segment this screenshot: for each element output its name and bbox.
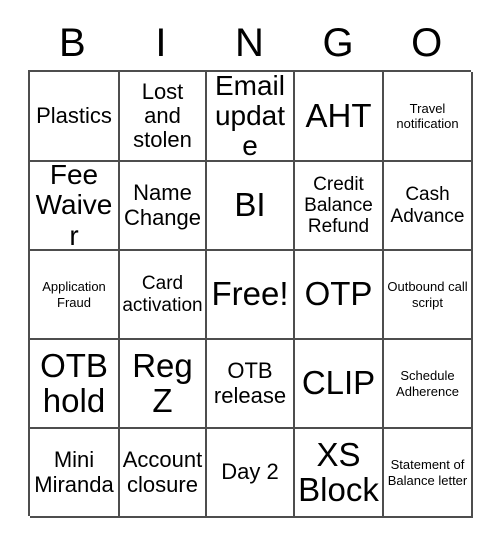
- bingo-cell[interactable]: Cash Advance: [384, 162, 473, 251]
- bingo-cell[interactable]: Account closure: [120, 429, 207, 518]
- bingo-cell[interactable]: Outbound call script: [384, 251, 473, 340]
- bingo-grid: Plastics Lost and stolen Email update AHT Tr…: [28, 70, 473, 518]
- bingo-cell[interactable]: OTB release: [207, 340, 295, 429]
- bingo-cell-label: Application Fraud: [42, 279, 106, 310]
- bingo-cell[interactable]: Email update: [207, 72, 295, 162]
- bingo-cell-label: CLIP: [301, 364, 376, 402]
- bingo-cell-label: Cash Advance: [390, 184, 465, 227]
- bingo-cell-label: Name Change: [123, 180, 202, 230]
- bingo-cell-label: Lost and stolen: [133, 78, 192, 153]
- bingo-cell-label: Free!: [211, 275, 289, 313]
- bingo-cell-label: Credit Balance Refund: [304, 173, 373, 238]
- bingo-header-letter-b: B: [58, 21, 86, 65]
- bingo-header-letter-n: N: [235, 21, 264, 65]
- bingo-cell-label: OTP: [304, 275, 373, 313]
- bingo-cell[interactable]: Lost and stolen: [120, 72, 207, 162]
- bingo-cell[interactable]: BI: [207, 162, 295, 251]
- bingo-cell[interactable]: Travel notification: [384, 72, 473, 162]
- bingo-header-letter-i: I: [155, 21, 167, 65]
- bingo-cell[interactable]: Application Fraud: [30, 251, 120, 340]
- bingo-header-letter-g: G: [322, 21, 354, 65]
- bingo-cell[interactable]: Statement of Balance letter: [384, 429, 473, 518]
- bingo-cell[interactable]: Plastics: [30, 72, 120, 162]
- bingo-card: B I N G O Plastics Lost and stolen Email u…: [0, 0, 500, 544]
- bingo-cell-label: BI: [234, 186, 266, 224]
- bingo-cell-label: Day 2: [221, 459, 279, 485]
- bingo-cell[interactable]: Mini Miranda: [30, 429, 120, 518]
- bingo-cell-label: XS Block: [298, 435, 379, 508]
- bingo-cell-label: Statement of Balance letter: [387, 457, 468, 488]
- bingo-cell-label: Travel notification: [396, 100, 459, 131]
- bingo-cell[interactable]: OTP: [295, 251, 384, 340]
- bingo-cell-label: Outbound call script: [387, 279, 468, 310]
- bingo-cell-label: Fee Waiver: [35, 162, 113, 251]
- bingo-cell-label: OTB release: [213, 358, 287, 408]
- bingo-cell[interactable]: Reg Z: [120, 340, 207, 429]
- bingo-header-row: B I N G O: [28, 16, 471, 70]
- bingo-cell-label: Email update: [214, 72, 286, 162]
- bingo-cell[interactable]: Day 2: [207, 429, 295, 518]
- bingo-cell-label: Reg Z: [132, 346, 193, 419]
- bingo-cell[interactable]: OTB hold: [30, 340, 120, 429]
- bingo-cell-label: Schedule Adherence: [396, 368, 459, 399]
- bingo-cell[interactable]: AHT: [295, 72, 384, 162]
- bingo-cell[interactable]: Card activation: [120, 251, 207, 340]
- bingo-cell-label: OTB hold: [40, 346, 108, 419]
- bingo-cell-label: AHT: [305, 96, 372, 134]
- bingo-cell[interactable]: CLIP: [295, 340, 384, 429]
- bingo-cell-label: Plastics: [36, 102, 112, 128]
- bingo-cell[interactable]: Name Change: [120, 162, 207, 251]
- bingo-cell-label: Card activation: [122, 273, 203, 316]
- bingo-cell-label: Account closure: [122, 447, 203, 497]
- bingo-header-letter-o: O: [411, 21, 443, 65]
- bingo-cell[interactable]: Free!: [207, 251, 295, 340]
- bingo-cell[interactable]: Credit Balance Refund: [295, 162, 384, 251]
- bingo-cell[interactable]: Fee Waiver: [30, 162, 120, 251]
- bingo-cell-label: Mini Miranda: [34, 447, 114, 497]
- bingo-cell[interactable]: Schedule Adherence: [384, 340, 473, 429]
- bingo-cell[interactable]: XS Block: [295, 429, 384, 518]
